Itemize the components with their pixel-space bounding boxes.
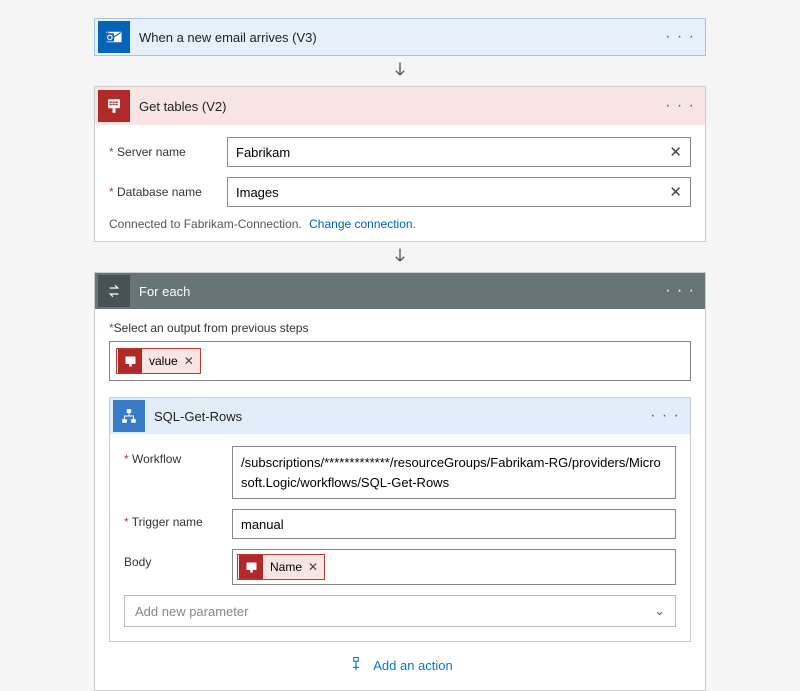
sql-token-icon bbox=[118, 349, 142, 373]
foreach-card: For each · · · Select an output from pre… bbox=[94, 272, 706, 691]
database-name-label: Database name bbox=[109, 185, 227, 199]
workflow-icon bbox=[113, 400, 145, 432]
add-parameter-select[interactable]: Add new parameter ⌄ bbox=[124, 595, 676, 627]
trigger-more-icon[interactable]: · · · bbox=[665, 28, 695, 46]
foreach-more-icon[interactable]: · · · bbox=[665, 282, 695, 300]
foreach-header[interactable]: For each · · · bbox=[95, 273, 705, 309]
select-output-label: Select an output from previous steps bbox=[109, 321, 691, 335]
trigger-name-input[interactable]: manual bbox=[232, 509, 676, 539]
change-connection-link[interactable]: Change connection. bbox=[309, 217, 416, 231]
clear-icon[interactable]: ✕ bbox=[669, 183, 682, 201]
arrow-down-icon bbox=[390, 246, 410, 266]
sql-token-icon bbox=[239, 555, 263, 579]
server-name-input[interactable]: Fabrikam ✕ bbox=[227, 137, 691, 167]
server-name-label: Server name bbox=[109, 145, 227, 159]
chevron-down-icon: ⌄ bbox=[654, 603, 665, 619]
workflow-input[interactable]: /subscriptions/*************/resourceGro… bbox=[232, 446, 676, 499]
workflow-label: Workflow bbox=[124, 446, 232, 499]
token-remove-icon[interactable]: ✕ bbox=[308, 560, 324, 574]
database-name-input[interactable]: Images ✕ bbox=[227, 177, 691, 207]
trigger-card[interactable]: When a new email arrives (V3) · · · bbox=[94, 18, 706, 56]
foreach-title: For each bbox=[133, 284, 665, 299]
arrow-down-icon bbox=[390, 60, 410, 80]
get-tables-header[interactable]: Get tables (V2) · · · bbox=[95, 87, 705, 125]
get-tables-card: Get tables (V2) · · · Server name Fabrik… bbox=[94, 86, 706, 242]
get-tables-title: Get tables (V2) bbox=[133, 99, 665, 114]
trigger-name-label: Trigger name bbox=[124, 509, 232, 539]
connection-info: Connected to Fabrikam-Connection. Change… bbox=[109, 217, 691, 231]
name-token[interactable]: Name ✕ bbox=[237, 554, 325, 580]
sql-get-rows-title: SQL-Get-Rows bbox=[148, 409, 650, 424]
select-output-input[interactable]: value ✕ bbox=[109, 341, 691, 381]
add-action-icon bbox=[347, 656, 365, 674]
body-label: Body bbox=[124, 549, 232, 585]
token-remove-icon[interactable]: ✕ bbox=[184, 354, 200, 368]
clear-icon[interactable]: ✕ bbox=[669, 143, 682, 161]
sql-get-rows-card: SQL-Get-Rows · · · Workflow /subscriptio… bbox=[109, 397, 691, 642]
loop-icon bbox=[98, 275, 130, 307]
get-tables-more-icon[interactable]: · · · bbox=[665, 97, 695, 115]
body-input[interactable]: Name ✕ bbox=[232, 549, 676, 585]
add-action-button[interactable]: Add an action bbox=[109, 642, 691, 676]
sql-icon bbox=[98, 90, 130, 122]
outlook-icon bbox=[98, 21, 130, 53]
sql-get-rows-more-icon[interactable]: · · · bbox=[650, 407, 680, 425]
sql-get-rows-header[interactable]: SQL-Get-Rows · · · bbox=[110, 398, 690, 434]
value-token[interactable]: value ✕ bbox=[116, 348, 201, 374]
trigger-title: When a new email arrives (V3) bbox=[133, 30, 665, 45]
